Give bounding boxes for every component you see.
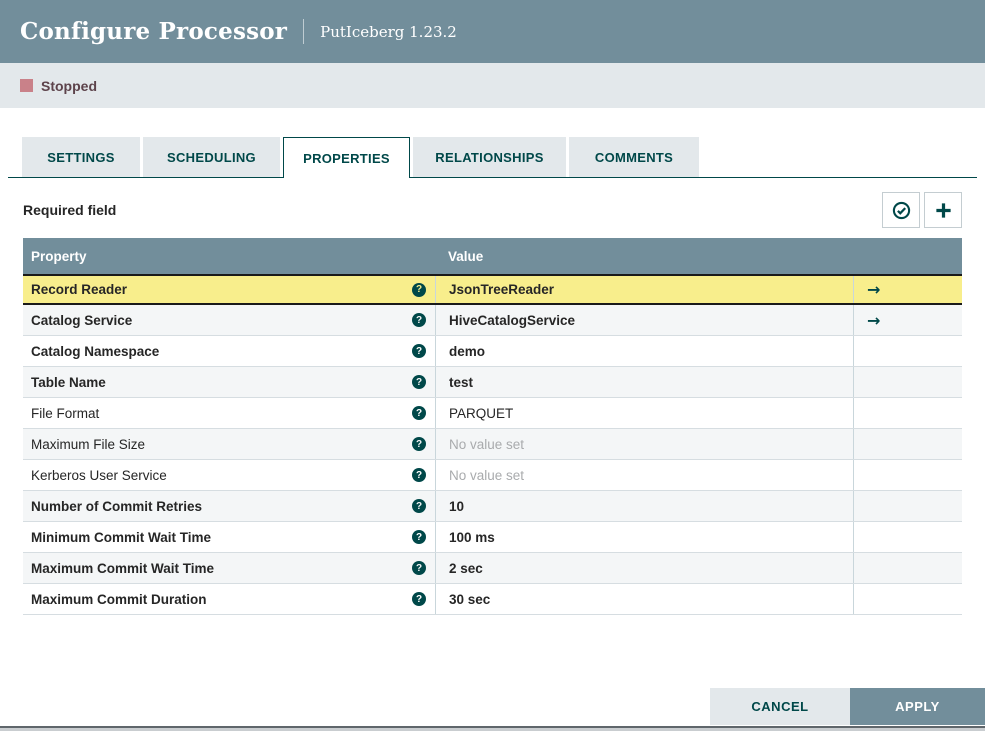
table-body: Record Reader? JsonTreeReader → Catalog Ser…	[23, 274, 962, 615]
question-circle-icon[interactable]: ?	[412, 406, 426, 420]
stopped-square-icon	[20, 79, 33, 92]
question-circle-icon[interactable]: ?	[412, 313, 426, 327]
property-value-cell[interactable]: 2 sec	[435, 553, 853, 583]
question-circle-icon[interactable]: ?	[412, 499, 426, 513]
property-name-cell: Maximum Commit Wait Time?	[23, 553, 435, 583]
property-row[interactable]: Maximum Commit Duration? 30 sec	[23, 584, 962, 615]
toolbar-buttons	[878, 192, 962, 228]
property-value-cell[interactable]: 10	[435, 491, 853, 521]
table-header-row: Property Value	[23, 238, 962, 274]
property-row[interactable]: Maximum Commit Wait Time? 2 sec	[23, 553, 962, 584]
title-divider	[303, 19, 305, 44]
property-value-cell[interactable]: HiveCatalogService	[435, 305, 853, 335]
property-name-cell: Catalog Service?	[23, 305, 435, 335]
dialog-header: Configure Processor PutIceberg 1.23.2	[0, 0, 985, 63]
property-action-cell	[853, 522, 962, 552]
property-name: Catalog Namespace	[31, 343, 160, 359]
property-name: Maximum Commit Duration	[31, 591, 207, 607]
apply-button[interactable]: APPLY	[850, 688, 985, 725]
property-action-cell: →	[853, 305, 962, 335]
property-name-cell: Record Reader?	[23, 276, 435, 303]
property-name-cell: Table Name?	[23, 367, 435, 397]
property-value-cell[interactable]: test	[435, 367, 853, 397]
property-row[interactable]: File Format? PARQUET	[23, 398, 962, 429]
question-circle-icon[interactable]: ?	[412, 530, 426, 544]
property-name: Table Name	[31, 374, 106, 390]
property-row[interactable]: Number of Commit Retries? 10	[23, 491, 962, 522]
property-value-cell[interactable]: No value set	[435, 460, 853, 490]
property-action-cell	[853, 398, 962, 428]
add-property-button[interactable]	[924, 192, 962, 228]
tab-bar: SETTINGS SCHEDULING PROPERTIES RELATIONSHIP…	[8, 137, 977, 178]
property-name: Catalog Service	[31, 312, 133, 328]
tab-scheduling[interactable]: SCHEDULING	[143, 137, 280, 177]
question-circle-icon[interactable]: ?	[412, 468, 426, 482]
tab-comments[interactable]: COMMENTS	[569, 137, 699, 177]
property-name-cell: Kerberos User Service?	[23, 460, 435, 490]
property-row[interactable]: Kerberos User Service? No value set	[23, 460, 962, 491]
required-field-note: Required field	[23, 202, 117, 218]
configure-processor-dialog: Configure Processor PutIceberg 1.23.2 St…	[0, 0, 985, 731]
plus-icon	[934, 201, 953, 220]
property-name: Number of Commit Retries	[31, 498, 203, 514]
property-name: File Format	[31, 405, 100, 421]
status-label: Stopped	[41, 77, 97, 94]
property-action-cell: →	[853, 276, 962, 303]
property-name-cell: Minimum Commit Wait Time?	[23, 522, 435, 552]
processor-name-version: PutIceberg 1.23.2	[320, 22, 457, 41]
property-value-cell[interactable]: No value set	[435, 429, 853, 459]
property-row[interactable]: Table Name? test	[23, 367, 962, 398]
dialog-title: Configure Processor	[20, 18, 288, 45]
property-name-cell: Number of Commit Retries?	[23, 491, 435, 521]
property-value-cell[interactable]: PARQUET	[435, 398, 853, 428]
property-action-cell	[853, 491, 962, 521]
property-name-cell: Maximum File Size?	[23, 429, 435, 459]
property-action-cell	[853, 367, 962, 397]
property-name: Maximum Commit Wait Time	[31, 560, 215, 576]
property-row[interactable]: Catalog Namespace? demo	[23, 336, 962, 367]
property-value-cell[interactable]: 100 ms	[435, 522, 853, 552]
property-name-cell: Maximum Commit Duration?	[23, 584, 435, 614]
property-name: Record Reader	[31, 282, 128, 297]
question-circle-icon[interactable]: ?	[412, 282, 426, 297]
property-value-cell[interactable]: 30 sec	[435, 584, 853, 614]
tab-settings[interactable]: SETTINGS	[22, 137, 140, 177]
property-name-cell: Catalog Namespace?	[23, 336, 435, 366]
column-header-value: Value	[448, 248, 484, 264]
dialog-footer: CANCEL APPLY	[710, 688, 985, 725]
property-action-cell	[853, 429, 962, 459]
question-circle-icon[interactable]: ?	[412, 375, 426, 389]
property-name: Minimum Commit Wait Time	[31, 529, 212, 545]
properties-toolbar: Required field	[23, 192, 962, 228]
property-value-cell[interactable]: demo	[435, 336, 853, 366]
property-row[interactable]: Catalog Service? HiveCatalogService →	[23, 305, 962, 336]
goto-service-arrow-icon[interactable]: →	[867, 311, 880, 330]
property-action-cell	[853, 584, 962, 614]
status-bar: Stopped	[0, 63, 985, 108]
property-name: Kerberos User Service	[31, 467, 167, 483]
question-circle-icon[interactable]: ?	[412, 592, 426, 606]
property-action-cell	[853, 336, 962, 366]
check-circle-icon	[892, 201, 911, 220]
verify-properties-button[interactable]	[882, 192, 920, 228]
question-circle-icon[interactable]: ?	[412, 344, 426, 358]
property-row[interactable]: Record Reader? JsonTreeReader →	[23, 274, 962, 305]
property-action-cell	[853, 460, 962, 490]
property-row[interactable]: Minimum Commit Wait Time? 100 ms	[23, 522, 962, 553]
cancel-button[interactable]: CANCEL	[710, 688, 850, 725]
tab-properties[interactable]: PROPERTIES	[283, 137, 410, 178]
column-header-property: Property	[31, 248, 87, 264]
goto-service-arrow-icon[interactable]: →	[867, 280, 880, 299]
tab-relationships[interactable]: RELATIONSHIPS	[413, 137, 566, 177]
property-name: Maximum File Size	[31, 436, 146, 452]
question-circle-icon[interactable]: ?	[412, 561, 426, 575]
property-row[interactable]: Maximum File Size? No value set	[23, 429, 962, 460]
question-circle-icon[interactable]: ?	[412, 437, 426, 451]
dialog-bottom-edge	[0, 726, 985, 731]
property-action-cell	[853, 553, 962, 583]
properties-table: Property Value Record Reader? JsonTreeRea…	[23, 238, 962, 615]
property-value-cell[interactable]: JsonTreeReader	[435, 276, 853, 303]
property-name-cell: File Format?	[23, 398, 435, 428]
